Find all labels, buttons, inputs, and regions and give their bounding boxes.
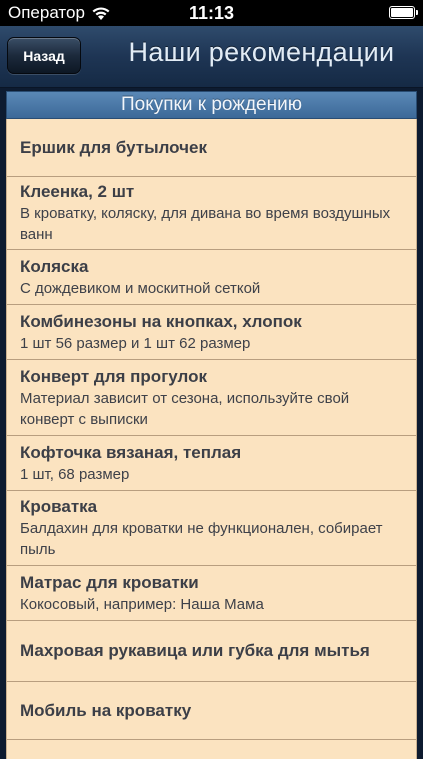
- item-subtitle: Кокосовый, например: Наша Мама: [20, 595, 264, 613]
- status-bar: Оператор 11:13: [0, 0, 423, 26]
- section-header: Покупки к рождению: [6, 91, 417, 119]
- wifi-icon: [92, 6, 110, 20]
- list-item[interactable]: Коляска С дождевиком и москитной сеткой: [7, 250, 416, 305]
- item-title: Мобиль на кроватку: [20, 700, 192, 720]
- carrier-label: Оператор: [8, 3, 85, 22]
- item-title: Матрас для кроватки: [20, 572, 199, 592]
- status-left: Оператор: [0, 3, 111, 23]
- list-item[interactable]: Махровая рукавица или губка для мытья: [7, 621, 416, 682]
- battery-icon: [389, 6, 418, 19]
- list-item[interactable]: Кроватка Балдахин для кроватки не функци…: [7, 491, 416, 566]
- list-item[interactable]: Кофточка вязаная, теплая 1 шт, 68 размер: [7, 436, 416, 491]
- item-title: Кофточка вязаная, теплая: [20, 442, 242, 462]
- item-subtitle: Балдахин для кроватки не функционален, с…: [20, 520, 383, 558]
- item-title: Конверт для прогулок: [20, 366, 207, 386]
- list-item[interactable]: Матрас для кроватки Кокосовый, например:…: [7, 566, 416, 621]
- list-item[interactable]: Мобиль на кроватку: [7, 682, 416, 740]
- item-title: Коляска: [20, 256, 89, 276]
- item-title: Комбинезоны на кнопках, хлопок: [20, 311, 302, 331]
- item-subtitle: 1 шт, 68 размер: [20, 465, 130, 483]
- item-title: Махровая рукавица или губка для мытья: [20, 641, 370, 660]
- item-subtitle: 1 шт 56 размер и 1 шт 62 размер: [20, 334, 251, 352]
- item-title: Клеенка, 2 шт: [20, 182, 135, 201]
- item-title: Ершик для бутылочек: [20, 137, 207, 157]
- list-item[interactable]: Конверт для прогулок Материал зависит от…: [7, 360, 416, 436]
- page-title: Наши рекомендации: [128, 37, 395, 67]
- list-item[interactable]: Клеенка, 2 шт В кроватку, коляску, для д…: [7, 177, 416, 250]
- item-subtitle: Материал зависит от сезона, используйте …: [20, 389, 350, 428]
- item-subtitle: В кроватку, коляску, для дивана во время…: [20, 205, 391, 243]
- item-title: Кроватка: [20, 497, 98, 516]
- list-item[interactable]: Ершик для бутылочек: [7, 119, 416, 177]
- navigation-bar: Назад Наши рекомендации: [0, 26, 423, 88]
- recommendation-list: Ершик для бутылочек Клеенка, 2 шт В кров…: [6, 119, 417, 759]
- back-button[interactable]: Назад: [7, 37, 81, 74]
- content-area: Покупки к рождению Ершик для бутылочек К…: [0, 88, 423, 759]
- item-subtitle: С дождевиком и москитной сеткой: [20, 279, 261, 297]
- list-item[interactable]: Комбинезоны на кнопках, хлопок 1 шт 56 р…: [7, 305, 416, 360]
